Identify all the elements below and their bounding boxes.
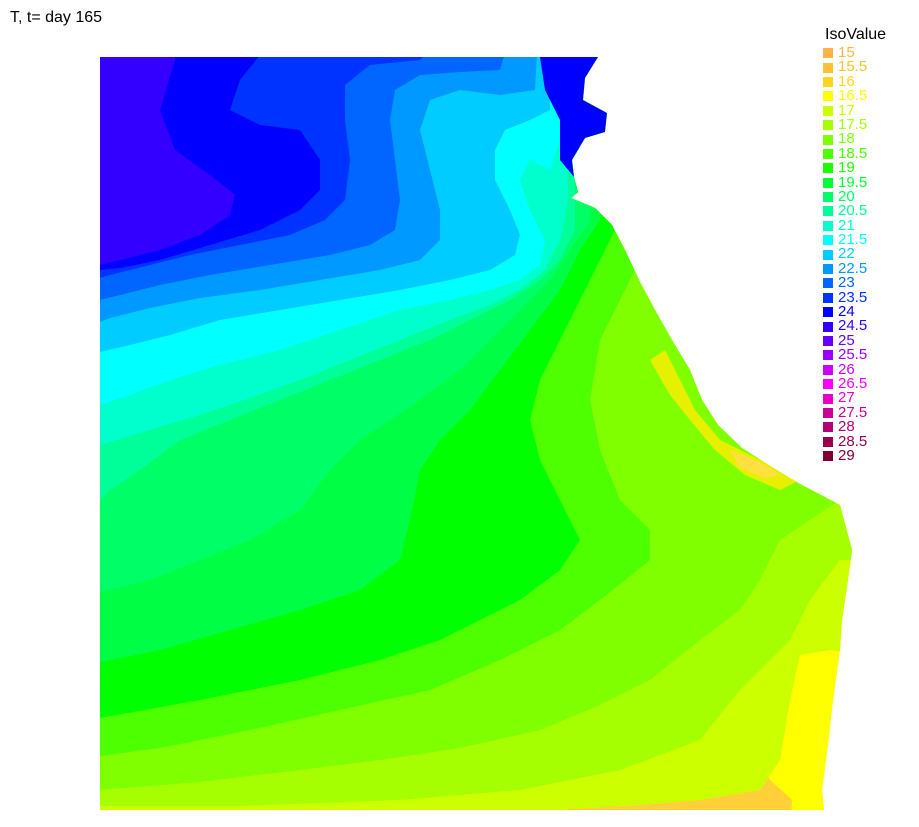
legend-title: IsoValue	[825, 26, 887, 43]
legend-swatch	[823, 292, 833, 303]
legend-swatch	[823, 336, 833, 346]
legend-swatch	[823, 163, 833, 174]
legend-swatch	[823, 422, 833, 433]
legend-swatch	[823, 105, 833, 116]
legend-swatch	[823, 91, 833, 102]
legend-swatch	[823, 407, 833, 418]
legend-swatch	[823, 350, 833, 361]
legend-swatch	[823, 278, 833, 289]
legend-swatch	[823, 220, 833, 231]
legend-swatch	[823, 451, 833, 462]
legend-swatch	[823, 321, 833, 332]
legend-swatch	[823, 307, 833, 318]
legend-swatch	[823, 393, 833, 404]
legend-swatch	[823, 192, 833, 203]
legend-swatch	[823, 120, 833, 131]
legend-swatch	[823, 379, 833, 390]
legend-swatch	[823, 76, 833, 87]
legend-item: 29	[823, 446, 886, 464]
legend-label: 29	[838, 446, 855, 464]
contour-plot	[100, 57, 852, 810]
legend: IsoValue 15 15.5 16 16.5 17 17.5 18 18.5 19 19.5 2…	[823, 26, 886, 463]
legend-swatch	[823, 235, 833, 246]
legend-swatch	[823, 264, 833, 275]
legend-swatch	[823, 436, 833, 447]
legend-swatch	[823, 206, 833, 217]
legend-swatch	[823, 48, 833, 59]
legend-swatch	[823, 364, 833, 375]
legend-swatch	[823, 148, 833, 159]
legend-swatch	[823, 62, 833, 73]
legend-swatch	[823, 177, 833, 188]
legend-swatch	[823, 134, 833, 145]
legend-swatch	[823, 249, 833, 260]
legend-items: 15 15.5 16 16.5 17 17.5 18 18.5 19 19.5 20 20.5 21 21…	[823, 45, 886, 464]
